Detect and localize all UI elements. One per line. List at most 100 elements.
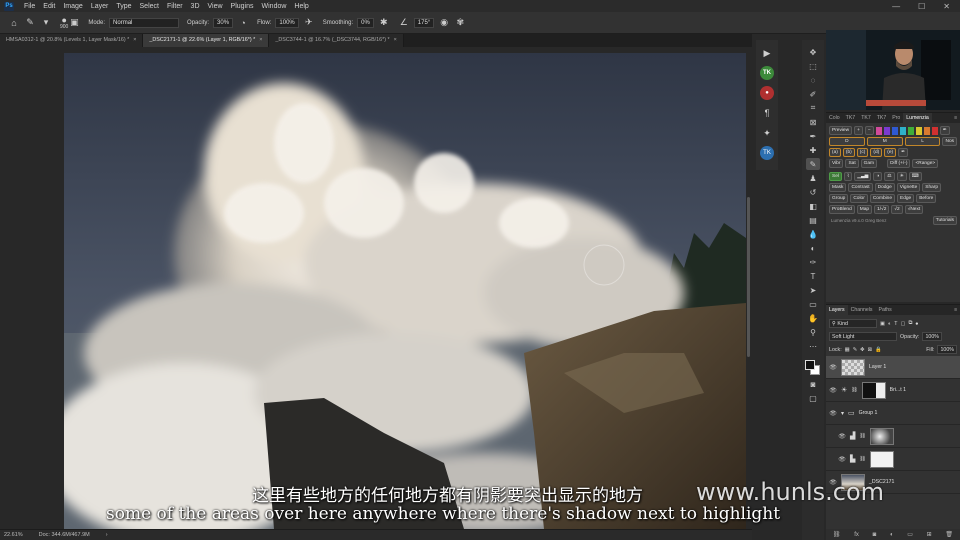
layer-row-background[interactable]: 👁 _DSC2171	[826, 471, 960, 494]
tab-lumenzia[interactable]: Lumenzia	[903, 113, 932, 123]
airbrush-icon[interactable]: ✈	[303, 17, 315, 29]
crop-tool-icon[interactable]: ⌗	[806, 102, 820, 114]
zoom-level[interactable]: 22.61%	[4, 532, 23, 538]
menu-image[interactable]: Image	[59, 3, 86, 10]
tab-channels[interactable]: Channels	[848, 307, 876, 313]
root2-button[interactable]: √2	[891, 205, 903, 214]
close-icon[interactable]: ×	[394, 37, 397, 43]
layer-row-curves[interactable]: 👁 ▟ ⛓	[826, 425, 960, 448]
quick-select-tool-icon[interactable]: ✐	[806, 88, 820, 100]
layer-row-layer-1[interactable]: 👁 Layer 1	[826, 356, 960, 379]
menu-filter[interactable]: Filter	[163, 3, 187, 10]
layer-mask-thumbnail[interactable]	[869, 427, 894, 445]
vignette-button[interactable]: Vignette	[896, 183, 921, 192]
color-chip-magenta[interactable]	[875, 126, 882, 135]
opacity-input[interactable]: 30%	[213, 17, 234, 28]
menu-file[interactable]: File	[20, 3, 39, 10]
layer-filter-select[interactable]: ⚲ Kind	[829, 319, 877, 328]
zoom-tool-icon[interactable]: ⚲	[806, 326, 820, 338]
new-layer-icon[interactable]: ⊞	[927, 531, 932, 538]
range-button[interactable]: <Range>	[912, 159, 939, 168]
vertical-scrollbar[interactable]	[747, 197, 750, 357]
menu-type[interactable]: Type	[112, 3, 135, 10]
status-arrow-icon[interactable]: ›	[106, 532, 108, 538]
quick-mask-icon[interactable]: ◙	[806, 378, 820, 390]
smoothing-input[interactable]: 0%	[357, 17, 374, 28]
close-icon[interactable]: ✕	[943, 2, 950, 11]
pressure-opacity-icon[interactable]: ◔	[237, 17, 249, 29]
color-swatches[interactable]	[805, 360, 821, 376]
menu-select[interactable]: Select	[136, 3, 163, 10]
color-chip-yellow[interactable]	[915, 126, 922, 135]
foreground-color-swatch[interactable]	[805, 360, 815, 370]
move-tool-icon[interactable]: ✥	[806, 46, 820, 58]
stamp-tool-icon[interactable]: ♟	[806, 172, 820, 184]
before-button[interactable]: Before	[916, 194, 937, 203]
trash-icon[interactable]: 🗑	[945, 531, 953, 538]
nos-button[interactable]: Nos	[942, 137, 958, 146]
doc-tab-hmsa0312[interactable]: HMSA0312-1 @ 20.8% (Levels 1, Layer Mask…	[0, 34, 144, 47]
eye-icon[interactable]: 👁	[829, 364, 837, 371]
path-select-tool-icon[interactable]: ➤	[806, 284, 820, 296]
color-balance-icon[interactable]: ⚖	[884, 172, 895, 181]
pressure-size-icon[interactable]: ◉	[438, 17, 450, 29]
angle-input[interactable]: 175°	[413, 17, 435, 28]
play-icon[interactable]: ▶	[760, 46, 774, 60]
problend-button[interactable]: ProBlend	[829, 205, 855, 214]
menu-layer[interactable]: Layer	[87, 3, 113, 10]
color-chip-green[interactable]	[907, 126, 914, 135]
combine-button[interactable]: Combine	[869, 194, 896, 203]
doc-tab-dsc2171[interactable]: _DSC2171-1 @ 22.6% (Layer 1, RGB/16*) * ×	[143, 34, 270, 47]
close-icon[interactable]: ×	[133, 37, 136, 43]
menu-3d[interactable]: 3D	[187, 3, 204, 10]
map-button[interactable]: Map	[856, 205, 873, 214]
document-canvas[interactable]	[64, 53, 746, 529]
filter-adjust-icon[interactable]: ◐	[888, 321, 891, 327]
link-layers-icon[interactable]: ⛓	[833, 531, 841, 538]
eyedropper-icon[interactable]: ✒	[939, 126, 950, 135]
subtract-button[interactable]: −	[864, 126, 874, 135]
half-button[interactable]: 1/√2	[874, 205, 890, 214]
new-adjustment-icon[interactable]: ◐	[890, 532, 894, 538]
hand-tool-icon[interactable]: ✋	[806, 312, 820, 324]
eye-icon[interactable]: 👁	[829, 387, 837, 394]
tab-tk7-a[interactable]: TK7	[843, 115, 859, 121]
layer-fill-input[interactable]: 100%	[937, 345, 957, 354]
tab-colo[interactable]: Colo	[826, 115, 843, 121]
healing-tool-icon[interactable]: ✚	[806, 144, 820, 156]
zone-button-d[interactable]: D	[829, 137, 865, 146]
color-chip-blue[interactable]	[891, 126, 898, 135]
layer-style-icon[interactable]: fx	[854, 532, 859, 538]
dodge-tool-icon[interactable]: ◐	[806, 242, 820, 254]
gradient-tool-icon[interactable]: ▤	[806, 214, 820, 226]
tk-panel-icon[interactable]: TK	[760, 66, 774, 80]
layer-mask-thumbnail[interactable]	[861, 381, 886, 399]
eye-icon[interactable]: 👁	[838, 456, 846, 463]
record-icon[interactable]: ●	[760, 86, 774, 100]
doc-size[interactable]: Doc: 344.6M/467.9M	[39, 532, 90, 538]
mode-select[interactable]: Normal	[109, 17, 180, 28]
gamut-button[interactable]: Gam	[860, 159, 878, 168]
zone-button-a[interactable]: (a)	[829, 148, 841, 157]
tab-paths[interactable]: Paths	[876, 307, 895, 313]
filter-smart-icon[interactable]: ⧉	[908, 320, 912, 327]
edge-button[interactable]: Edge	[897, 194, 915, 203]
doc-tab-dsc3744[interactable]: _DSC3744-1 @ 16.7% (_DSC3744, RGB/16*) *…	[269, 34, 404, 47]
add-mask-icon[interactable]: ◙	[873, 532, 877, 538]
menu-view[interactable]: View	[204, 3, 227, 10]
new-group-icon[interactable]: ▭	[907, 531, 913, 538]
tk-blue-icon[interactable]: TK	[760, 146, 774, 160]
history-brush-icon[interactable]: ↺	[806, 186, 820, 198]
color-chip-red[interactable]	[931, 126, 938, 135]
filter-pixel-icon[interactable]: ▣	[880, 321, 885, 327]
sel-button[interactable]: Sel	[829, 172, 842, 181]
lock-position-icon[interactable]: ✥	[860, 347, 864, 353]
add-button[interactable]: +	[854, 126, 863, 135]
blur-tool-icon[interactable]: 💧	[806, 228, 820, 240]
filter-type-icon[interactable]: T	[894, 321, 897, 327]
mask-button[interactable]: Mask	[829, 183, 847, 192]
saturation-button[interactable]: Sat	[845, 159, 859, 168]
layer-row-brightness[interactable]: 👁 ☀ ⛓ Bri...t 1	[826, 379, 960, 402]
color-chip-orange[interactable]	[923, 126, 930, 135]
levels-icon[interactable]: ▁▃▅	[854, 172, 872, 181]
